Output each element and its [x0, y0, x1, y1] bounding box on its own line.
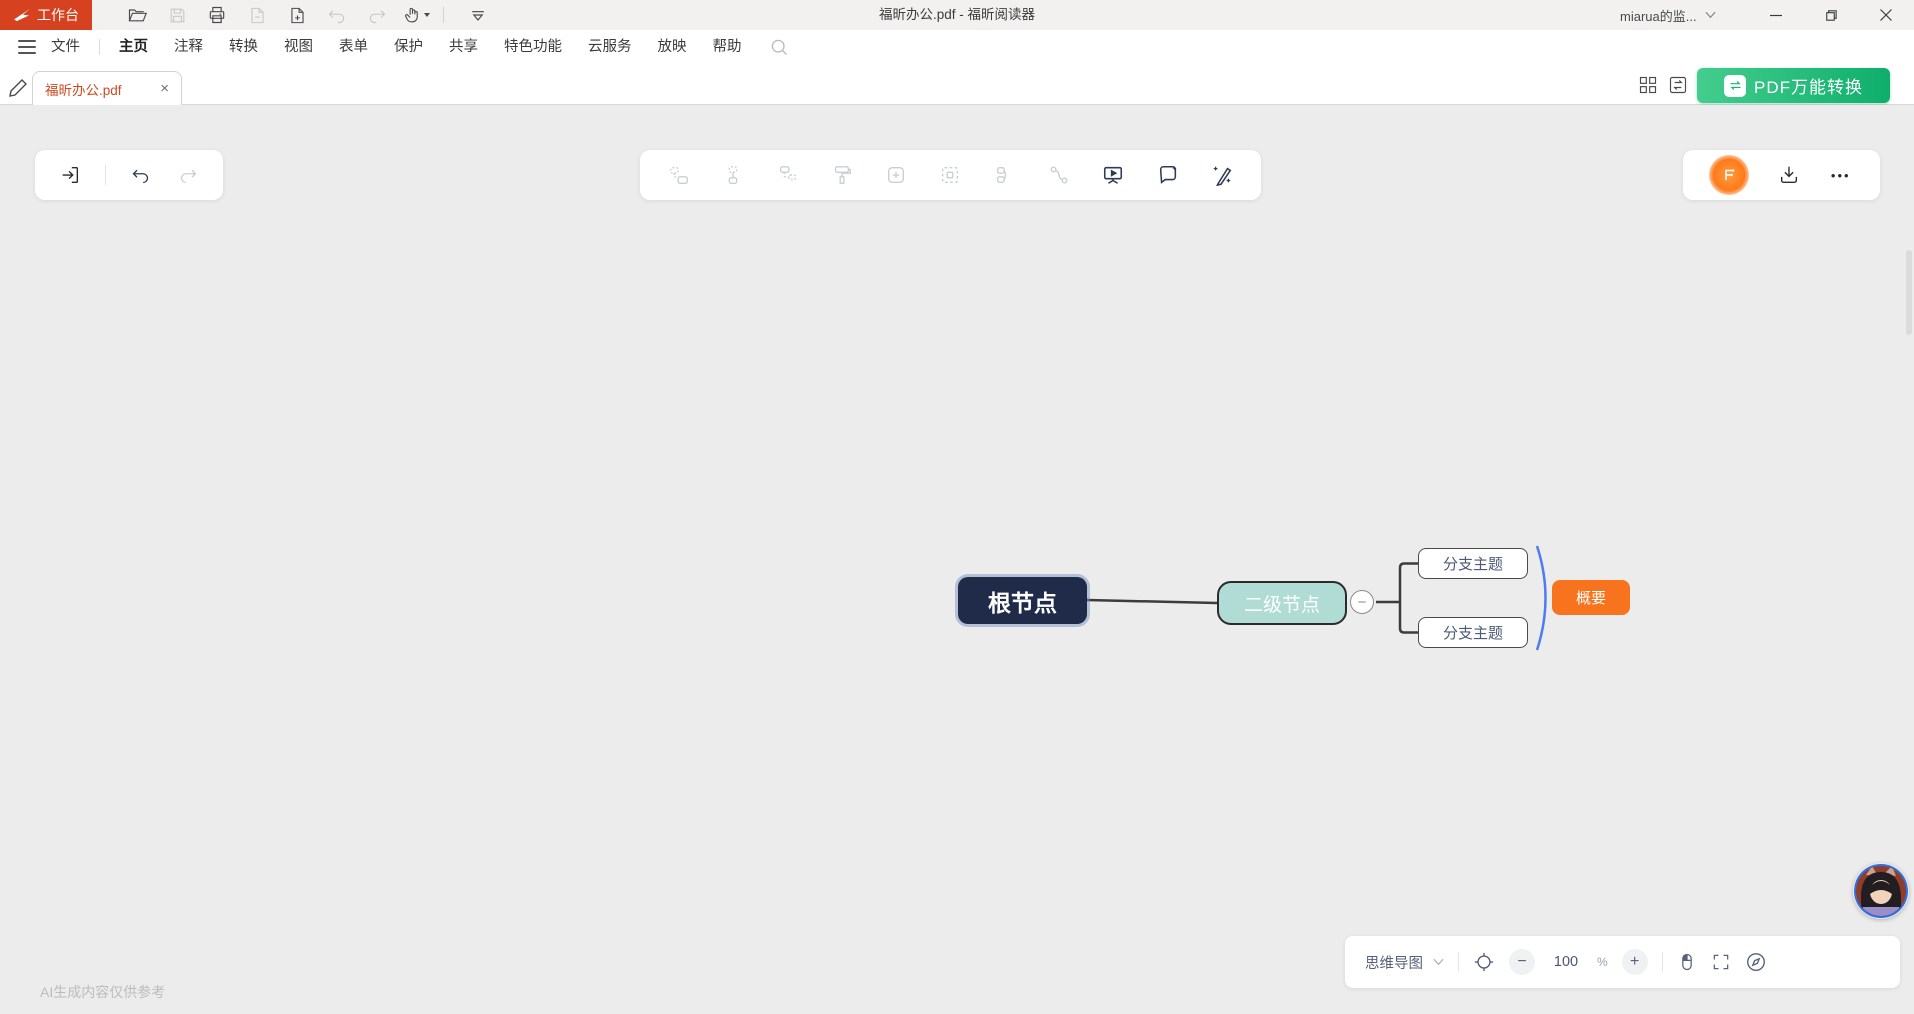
- insert-floating-topic-icon: [883, 162, 909, 188]
- mindmap-branch-node-bottom[interactable]: 分支主题: [1418, 617, 1528, 648]
- mindmap-summary-node[interactable]: 概要: [1552, 580, 1630, 615]
- close-button[interactable]: [1862, 0, 1910, 30]
- user-name: miarua的监...: [1620, 6, 1697, 25]
- zoom-unit: %: [1597, 955, 1608, 969]
- foxit-logo-icon: [13, 8, 31, 22]
- more-dots: •••: [1831, 168, 1851, 183]
- hand-tool-icon[interactable]: [402, 3, 432, 27]
- chevron-down-icon: [1433, 958, 1444, 966]
- workspace-button[interactable]: 工作台: [0, 0, 92, 30]
- toolbar-separator: [105, 165, 106, 185]
- redo-icon: [365, 3, 389, 27]
- minimize-button[interactable]: [1752, 0, 1800, 30]
- menu-form[interactable]: 表单: [326, 30, 381, 64]
- toolbar-separator: [443, 7, 444, 23]
- print-icon[interactable]: [205, 3, 229, 27]
- compass-icon[interactable]: [1745, 951, 1767, 973]
- mindmap-secondary-node[interactable]: 二级节点: [1217, 581, 1347, 625]
- mindmap-canvas[interactable]: ••• 根节点 二级节点 − 分支主题 分支主题 概要 思维导图 − 100 %…: [0, 105, 1914, 1014]
- convert-label: PDF万能转换: [1754, 73, 1863, 98]
- document-tab[interactable]: 福昕办公.pdf ×: [32, 71, 182, 105]
- menu-home[interactable]: 主页: [106, 30, 161, 64]
- more-icon[interactable]: •••: [1828, 162, 1854, 188]
- assistant-avatar[interactable]: [1853, 863, 1909, 919]
- pdf-convert-button[interactable]: PDF万能转换: [1697, 68, 1890, 103]
- chevron-down-icon: [1705, 11, 1716, 19]
- plus-glyph: +: [1630, 953, 1639, 971]
- menu-help[interactable]: 帮助: [700, 30, 755, 64]
- hamburger-menu-icon[interactable]: [18, 40, 36, 54]
- collapse-toolbar-icon[interactable]: [466, 3, 490, 27]
- ai-chat-icon[interactable]: [1155, 162, 1181, 188]
- redo-icon: [175, 162, 201, 188]
- collapse-branch-button[interactable]: −: [1350, 590, 1374, 614]
- grid-view-icon[interactable]: [1638, 75, 1660, 97]
- presentation-mode-icon[interactable]: [1100, 162, 1126, 188]
- insert-parent-topic-icon: [775, 162, 801, 188]
- download-icon[interactable]: [1776, 162, 1802, 188]
- menu-separator: [99, 39, 100, 55]
- vertical-scrollbar[interactable]: [1906, 250, 1912, 335]
- workspace-label: 工作台: [37, 5, 79, 25]
- diagram-mode-label: 思维导图: [1365, 952, 1423, 973]
- left-toolbar: [35, 150, 223, 200]
- undo-icon: [325, 3, 349, 27]
- exit-mindmap-icon[interactable]: [57, 162, 83, 188]
- swap-icon: [1724, 75, 1746, 97]
- add-page-icon[interactable]: [285, 3, 309, 27]
- right-toolbar: •••: [1683, 150, 1880, 200]
- undo-icon[interactable]: [127, 162, 153, 188]
- insert-topic-icon: [666, 162, 692, 188]
- fullscreen-icon[interactable]: [1711, 952, 1731, 972]
- annotate-pencil-icon[interactable]: [8, 74, 32, 98]
- menu-present[interactable]: 放映: [645, 30, 700, 64]
- minus-glyph: −: [1517, 953, 1526, 971]
- mouse-mode-icon[interactable]: [1677, 952, 1697, 972]
- zoom-in-button[interactable]: +: [1622, 949, 1648, 975]
- format-painter-icon: [829, 162, 855, 188]
- tab-bar: 福昕办公.pdf × PDF万能转换: [0, 64, 1914, 105]
- select-area-icon: [937, 162, 963, 188]
- restore-button[interactable]: [1806, 0, 1854, 30]
- menu-features[interactable]: 特色功能: [491, 30, 575, 64]
- relationship-icon: [992, 162, 1018, 188]
- menu-cloud[interactable]: 云服务: [575, 30, 645, 64]
- ai-disclaimer: AI生成内容仅供参考: [40, 982, 165, 1002]
- window-title: 福昕办公.pdf - 福昕阅读器: [879, 0, 1035, 30]
- ai-generate-icon[interactable]: [1209, 162, 1235, 188]
- title-bar: 工作台 福昕办公.pdf - 福昕阅读器 miarua的监...: [0, 0, 1914, 30]
- delete-page-icon: [245, 3, 269, 27]
- mindmap-root-node[interactable]: 根节点: [958, 577, 1087, 624]
- user-account[interactable]: miarua的监...: [1620, 0, 1716, 30]
- insert-subtopic-icon: [720, 162, 746, 188]
- menu-comment[interactable]: 注释: [161, 30, 216, 64]
- menu-view[interactable]: 视图: [271, 30, 326, 64]
- search-icon[interactable]: [769, 37, 789, 57]
- menu-protect[interactable]: 保护: [381, 30, 436, 64]
- bar-separator: [1662, 952, 1663, 972]
- zoom-out-button[interactable]: −: [1509, 949, 1535, 975]
- bar-separator: [1458, 952, 1459, 972]
- menu-share[interactable]: 共享: [436, 30, 491, 64]
- open-folder-icon[interactable]: [125, 3, 149, 27]
- connection-line-icon: [1046, 162, 1072, 188]
- diagram-mode-select[interactable]: 思维导图: [1365, 952, 1444, 973]
- mindmap-source-icon[interactable]: [1709, 155, 1749, 195]
- tab-label: 福昕办公.pdf: [45, 79, 122, 99]
- view-control-bar: 思维导图 − 100 % +: [1345, 936, 1900, 988]
- menu-file[interactable]: 文件: [38, 30, 93, 64]
- convert-swap-icon[interactable]: [1668, 75, 1690, 97]
- mindmap-branch-node-top[interactable]: 分支主题: [1418, 548, 1528, 579]
- mindmap-edges: [0, 105, 1914, 1014]
- save-icon: [165, 3, 189, 27]
- menu-convert[interactable]: 转换: [216, 30, 271, 64]
- mindmap-toolbar: [640, 150, 1261, 200]
- locate-center-icon[interactable]: [1473, 951, 1495, 973]
- menu-bar: 文件 主页 注释 转换 视图 表单 保护 共享 特色功能 云服务 放映 帮助: [0, 30, 1914, 64]
- tab-close-icon[interactable]: ×: [160, 81, 169, 96]
- zoom-value: 100: [1549, 954, 1583, 970]
